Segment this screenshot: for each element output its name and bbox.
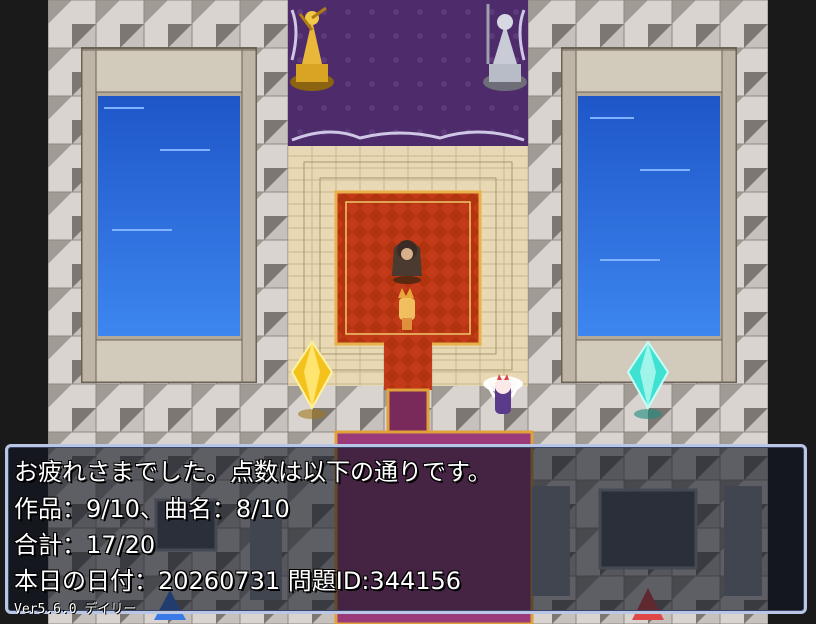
- left-pool: [81, 47, 257, 383]
- message-line-4: 本日の日付：20260731 問題ID:344156: [14, 567, 462, 595]
- version-label: Ver5.6.0 デイリー: [14, 602, 137, 617]
- message-line-1: お疲れさまでした。点数は以下の通りです。: [14, 458, 492, 486]
- message-line-2: 作品：9/10、曲名：8/10: [14, 495, 290, 523]
- message-line-3: 合計：17/20: [14, 531, 156, 559]
- right-pool: [561, 47, 737, 383]
- hooded-npc[interactable]: [392, 240, 422, 284]
